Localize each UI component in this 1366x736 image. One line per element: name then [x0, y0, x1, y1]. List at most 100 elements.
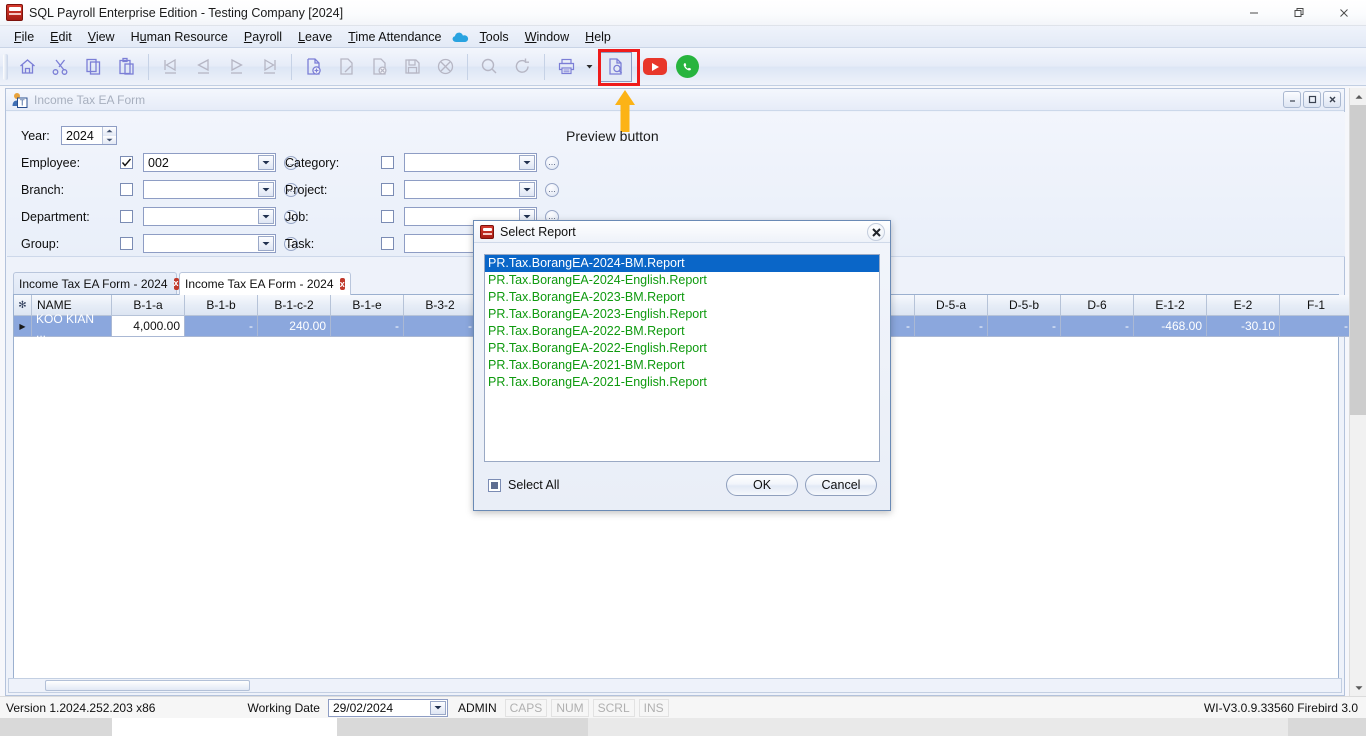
tab-income-tax-ea-form-2[interactable]: Income Tax EA Form - 2024 x — [179, 272, 351, 295]
employee-combo[interactable]: 002 — [143, 153, 276, 172]
cell-e-2[interactable]: -30.10 — [1207, 316, 1280, 337]
branch-combo[interactable] — [143, 180, 276, 199]
cell-f-1[interactable]: - — [1280, 316, 1353, 337]
grid-header-b-1-c-2[interactable]: B-1-c-2 — [258, 295, 331, 316]
ok-button[interactable]: OK — [726, 474, 798, 496]
grid-header-b-1-e[interactable]: B-1-e — [331, 295, 404, 316]
new-record-icon[interactable] — [297, 52, 330, 82]
mdi-horizontal-scrollbar[interactable] — [8, 678, 1342, 693]
delete-record-icon[interactable] — [363, 52, 396, 82]
dialog-close-button[interactable] — [867, 223, 885, 241]
report-list[interactable]: PR.Tax.BorangEA-2024-BM.ReportPR.Tax.Bor… — [484, 254, 880, 462]
mdi-close-button[interactable] — [1323, 91, 1341, 108]
report-list-item[interactable]: PR.Tax.BorangEA-2024-BM.Report — [485, 255, 879, 272]
toolbar-grip[interactable] — [3, 54, 8, 80]
tab-close-1[interactable]: x — [174, 278, 179, 290]
menu-leave[interactable]: Leave — [290, 27, 340, 47]
mdi-hscroll-thumb[interactable] — [45, 680, 250, 691]
grid-header-d-5-a[interactable]: D-5-a — [915, 295, 988, 316]
grid-header-col0[interactable]: ✻ — [14, 295, 32, 316]
menu-file[interactable]: File — [6, 27, 42, 47]
select-all-checkbox[interactable]: Select All — [488, 478, 559, 492]
taskbar-window-preview[interactable] — [112, 718, 337, 736]
mdi-maximize-button[interactable] — [1303, 91, 1321, 108]
copy-icon[interactable] — [77, 52, 110, 82]
department-checkbox[interactable] — [120, 210, 133, 223]
project-checkbox[interactable] — [381, 183, 394, 196]
cancel-icon[interactable] — [429, 52, 462, 82]
grid-header-b-1-a[interactable]: B-1-a — [112, 295, 185, 316]
last-record-icon[interactable] — [253, 52, 286, 82]
vscroll-thumb[interactable] — [1350, 105, 1366, 415]
cloud-icon[interactable] — [450, 29, 472, 45]
project-browse-button[interactable]: ... — [545, 183, 559, 197]
cell-e-1-2[interactable]: -468.00 — [1134, 316, 1207, 337]
menu-view[interactable]: View — [80, 27, 123, 47]
cell-d-5-b[interactable]: - — [988, 316, 1061, 337]
cell-b-1-c-2[interactable]: 240.00 — [258, 316, 331, 337]
job-checkbox[interactable] — [381, 210, 394, 223]
home-icon[interactable] — [11, 52, 44, 82]
mdi-minimize-button[interactable] — [1283, 91, 1301, 108]
project-combo[interactable] — [404, 180, 537, 199]
report-list-item[interactable]: PR.Tax.BorangEA-2021-English.Report — [485, 374, 879, 391]
print-icon[interactable] — [550, 52, 583, 82]
group-dropdown-icon[interactable] — [258, 236, 274, 251]
whatsapp-icon[interactable] — [671, 52, 704, 82]
desktop-vertical-scrollbar[interactable] — [1349, 88, 1366, 696]
row-indicator-icon[interactable]: ▶ — [14, 316, 32, 337]
taskbar-background-window[interactable] — [588, 718, 1288, 736]
menu-payroll[interactable]: Payroll — [236, 27, 290, 47]
tab-close-2[interactable]: x — [340, 278, 345, 290]
category-dropdown-icon[interactable] — [519, 155, 535, 170]
refresh-icon[interactable] — [506, 52, 539, 82]
grid-header-d-5-b[interactable]: D-5-b — [988, 295, 1061, 316]
tab-income-tax-ea-form-1[interactable]: Income Tax EA Form - 2024 x — [13, 272, 177, 294]
report-list-item[interactable]: PR.Tax.BorangEA-2024-English.Report — [485, 272, 879, 289]
employee-checkbox[interactable] — [120, 156, 133, 169]
project-dropdown-icon[interactable] — [519, 182, 535, 197]
cell-b-1-a[interactable]: 4,000.00 — [112, 316, 185, 337]
paste-icon[interactable] — [110, 52, 143, 82]
prev-record-icon[interactable] — [187, 52, 220, 82]
menu-time-attendance[interactable]: Time Attendance — [340, 27, 449, 47]
report-list-item[interactable]: PR.Tax.BorangEA-2021-BM.Report — [485, 357, 879, 374]
year-spin-down-icon[interactable] — [103, 136, 116, 145]
grid-header-e-1-2[interactable]: E-1-2 — [1134, 295, 1207, 316]
menu-tools[interactable]: Tools — [472, 27, 517, 47]
report-list-item[interactable]: PR.Tax.BorangEA-2023-English.Report — [485, 306, 879, 323]
menu-edit[interactable]: Edit — [42, 27, 80, 47]
youtube-icon[interactable] — [638, 52, 671, 82]
close-button[interactable] — [1321, 0, 1366, 26]
year-input[interactable] — [62, 127, 102, 144]
category-browse-button[interactable]: ... — [545, 156, 559, 170]
print-dropdown-arrow-icon[interactable] — [583, 52, 595, 82]
cell-d-6[interactable]: - — [1061, 316, 1134, 337]
cell-b-1-e[interactable]: - — [331, 316, 404, 337]
next-record-icon[interactable] — [220, 52, 253, 82]
department-dropdown-icon[interactable] — [258, 209, 274, 224]
cancel-button[interactable]: Cancel — [805, 474, 877, 496]
maximize-button[interactable] — [1276, 0, 1321, 26]
preview-icon[interactable] — [599, 52, 632, 82]
branch-dropdown-icon[interactable] — [258, 182, 274, 197]
group-combo[interactable] — [143, 234, 276, 253]
cell-d-5-a[interactable]: - — [915, 316, 988, 337]
year-spinner[interactable] — [61, 126, 117, 145]
select-all-rows-icon[interactable]: ✻ — [18, 300, 26, 311]
report-list-item[interactable]: PR.Tax.BorangEA-2022-English.Report — [485, 340, 879, 357]
report-list-item[interactable]: PR.Tax.BorangEA-2023-BM.Report — [485, 289, 879, 306]
grid-header-b-3-2[interactable]: B-3-2 — [404, 295, 477, 316]
select-all-box[interactable] — [488, 479, 501, 492]
minimize-button[interactable] — [1231, 0, 1276, 26]
year-spin-buttons[interactable] — [102, 127, 116, 144]
year-spin-up-icon[interactable] — [103, 127, 116, 136]
category-combo[interactable] — [404, 153, 537, 172]
cell-name[interactable]: KOO KIAN ... — [32, 316, 112, 337]
grid-header-d-6[interactable]: D-6 — [1061, 295, 1134, 316]
group-checkbox[interactable] — [120, 237, 133, 250]
search-icon[interactable] — [473, 52, 506, 82]
scroll-down-arrow-icon[interactable] — [1350, 679, 1366, 696]
cell-b-3-2[interactable]: - — [404, 316, 477, 337]
menu-human-resource[interactable]: Human Resource — [123, 27, 236, 47]
